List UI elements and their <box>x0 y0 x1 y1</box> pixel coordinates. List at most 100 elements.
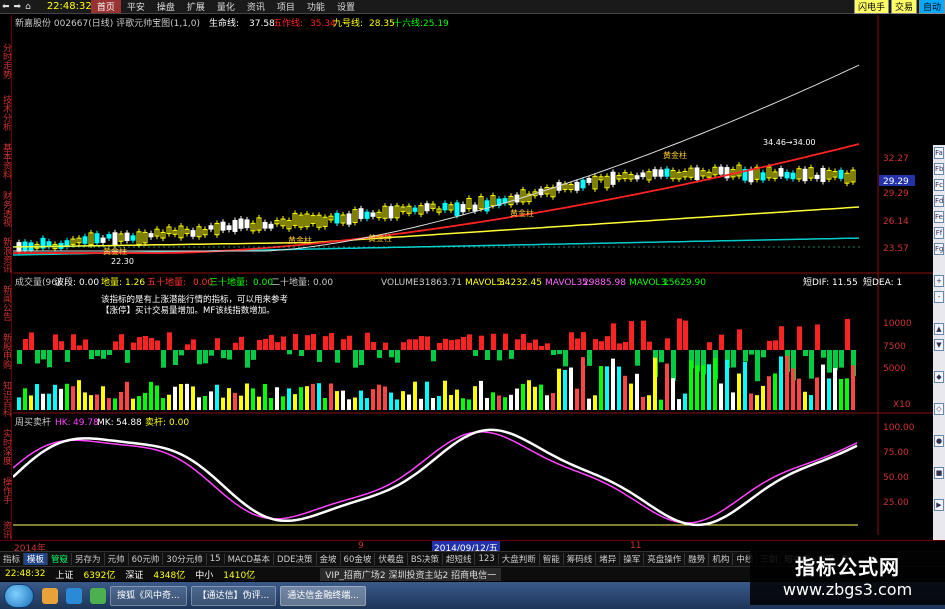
menu-quant[interactable]: 量化 <box>211 0 241 13</box>
indicator-tab[interactable]: 大盘判断 <box>499 553 540 565</box>
macd-bar <box>275 342 280 350</box>
indicator-tab[interactable]: 指标 <box>0 553 25 565</box>
indicator-tab[interactable]: 操军 <box>620 553 645 565</box>
volume-bar <box>719 383 723 410</box>
tool-icon-10[interactable]: ● <box>934 435 944 447</box>
status-sh-label[interactable]: 上证 <box>50 568 78 581</box>
indicator-tab[interactable]: 融势 <box>685 553 710 565</box>
volume-bar <box>377 384 381 410</box>
status-sme-label[interactable]: 中小 <box>190 568 218 581</box>
tool-icon-2[interactable]: Fb <box>934 163 944 175</box>
flash-hand-button[interactable]: 闪电手 <box>853 0 889 14</box>
volume-bar <box>671 378 675 410</box>
taskbar-item-tdx-terminal[interactable]: 通达信金融终端... <box>280 585 366 606</box>
left-tab-finance[interactable]: 财务透视 <box>0 191 12 227</box>
menu-news[interactable]: 资讯 <box>241 0 271 13</box>
indicator-tab[interactable]: 超短线 <box>443 553 476 565</box>
signal-label-4: 黄金柱 <box>510 208 534 218</box>
indicator-tab[interactable]: 60金坡 <box>341 553 376 565</box>
left-tab-technical[interactable]: 技术分析 <box>0 95 12 131</box>
osc-legend-hk-label: HK: <box>55 418 71 428</box>
left-tab-ipo[interactable]: 新股申购 <box>0 333 12 369</box>
tool-icon-8[interactable]: ◆ <box>934 371 944 383</box>
indicator-tab[interactable]: 亮盘操作 <box>644 553 686 565</box>
taskbar-item-tdx-editor[interactable]: 【通达信】伪评... <box>190 585 277 606</box>
indicator-tab[interactable]: 另存为 <box>72 553 105 565</box>
zoom-in-icon[interactable]: + <box>934 275 944 287</box>
indicator-tab[interactable]: 智能 <box>540 553 564 565</box>
trade-button[interactable]: 交易 <box>890 0 917 14</box>
browser-icon[interactable] <box>66 587 82 604</box>
arrow-down-icon[interactable]: ▼ <box>934 339 944 351</box>
left-tab-announcements[interactable]: 新闻公告 <box>0 285 12 321</box>
menu-pingan[interactable]: 平安 <box>121 0 151 13</box>
chart-area[interactable]: 新嘉股份 002667(日线) 评歌元帅宝图(1,1,0) 生命线: 37.58… <box>12 15 933 535</box>
left-tab-info[interactable]: 资讯 <box>0 521 12 539</box>
tool-icon-1[interactable]: Fa <box>934 147 944 159</box>
macd-bar <box>131 342 136 350</box>
candle-body <box>658 169 664 177</box>
status-sz-label[interactable]: 深证 <box>120 568 148 581</box>
server-ticker[interactable]: VIP_招商广场2 深圳投资主站2 招商电信一 <box>320 567 502 581</box>
indicator-tab[interactable]: 堵异 <box>596 553 621 565</box>
candle-body <box>748 168 754 183</box>
macd-bar <box>113 341 118 350</box>
menu-home[interactable]: 首页 <box>90 0 121 13</box>
indicator-tab[interactable]: 60元帅 <box>129 553 164 565</box>
indicator-tab[interactable]: 模板 <box>24 553 49 565</box>
volume-bar <box>233 392 237 410</box>
macd-bar <box>23 338 28 350</box>
menu-settings[interactable]: 设置 <box>331 0 361 13</box>
tool-icon-3[interactable]: Fc <box>934 179 944 191</box>
macd-bar <box>83 339 88 350</box>
indicator-tab[interactable]: 123 <box>475 554 499 564</box>
menu-function[interactable]: 功能 <box>301 0 331 13</box>
macd-bar <box>455 339 460 350</box>
indicator-tab[interactable]: 机构 <box>709 553 734 565</box>
tool-icon-9[interactable]: ◇ <box>934 403 944 415</box>
indicator-tab[interactable]: DDE决策 <box>274 553 317 565</box>
volume-bar <box>113 398 117 410</box>
zoom-out-icon[interactable]: - <box>934 291 944 303</box>
indicator-tab[interactable]: 管窥 <box>48 553 73 565</box>
indicator-tab[interactable]: MACD基本 <box>225 553 275 565</box>
home-icon[interactable]: ⌂ <box>23 2 33 12</box>
forward-icon[interactable]: ➡ <box>12 2 24 12</box>
macd-bar <box>797 326 802 350</box>
start-button[interactable] <box>4 583 34 608</box>
tool-icon-12[interactable]: ▶ <box>934 499 944 511</box>
indicator-tab[interactable]: 30分元帅 <box>163 553 207 565</box>
tool-icon-7[interactable]: Fg <box>934 243 944 255</box>
indicator-tab[interactable]: 金坡 <box>317 553 341 565</box>
left-tab-fundamentals[interactable]: 基本资料 <box>0 143 12 179</box>
left-tab-depth[interactable]: 实时深度 <box>0 429 12 465</box>
oscillator-legend: 周买卖杆 HK: 49.78 MK: 54.88 卖杆: 0.00 <box>15 416 189 428</box>
menu-trade-panel[interactable]: 操盘 <box>151 0 181 13</box>
left-tab-sina-news[interactable]: 新浪资讯 <box>0 237 12 273</box>
left-tab-operator[interactable]: 操作手 <box>0 477 12 504</box>
macd-bar <box>95 350 100 357</box>
auto-button[interactable]: 自动 <box>918 0 945 14</box>
folder-icon[interactable] <box>42 587 58 604</box>
tool-icon-6[interactable]: Ff <box>934 227 944 239</box>
indicator-tab[interactable]: BS决策 <box>408 553 443 565</box>
indicator-tab[interactable]: 元帅 <box>105 553 129 565</box>
taskbar-item-browser[interactable]: 搜狐《风中奇... <box>110 585 187 606</box>
indicator-tab[interactable]: 筹码线 <box>564 553 597 565</box>
indicator-tab[interactable]: 伏羲盘 <box>375 553 408 565</box>
chart-canvas[interactable]: 新嘉股份 002667(日线) 评歌元帅宝图(1,1,0) 生命线: 37.58… <box>12 15 933 535</box>
back-icon[interactable]: ⬅ <box>0 2 12 12</box>
tool-icon-11[interactable]: ■ <box>934 467 944 479</box>
indicator-tab[interactable]: 15 <box>207 554 225 564</box>
left-tab-intraday[interactable]: 分时走势 <box>0 43 12 79</box>
arrow-up-icon[interactable]: ▲ <box>934 323 944 335</box>
volume-bar <box>665 363 669 410</box>
left-tab-knowledge[interactable]: 知识百科 <box>0 381 12 417</box>
menu-extend[interactable]: 扩展 <box>181 0 211 13</box>
menu-project[interactable]: 项目 <box>271 0 301 13</box>
tool-icon-5[interactable]: Fe <box>934 211 944 223</box>
macd-bar <box>605 336 610 350</box>
macd-bar <box>497 350 502 361</box>
app-icon[interactable] <box>90 587 106 604</box>
tool-icon-4[interactable]: Fd <box>934 195 944 207</box>
